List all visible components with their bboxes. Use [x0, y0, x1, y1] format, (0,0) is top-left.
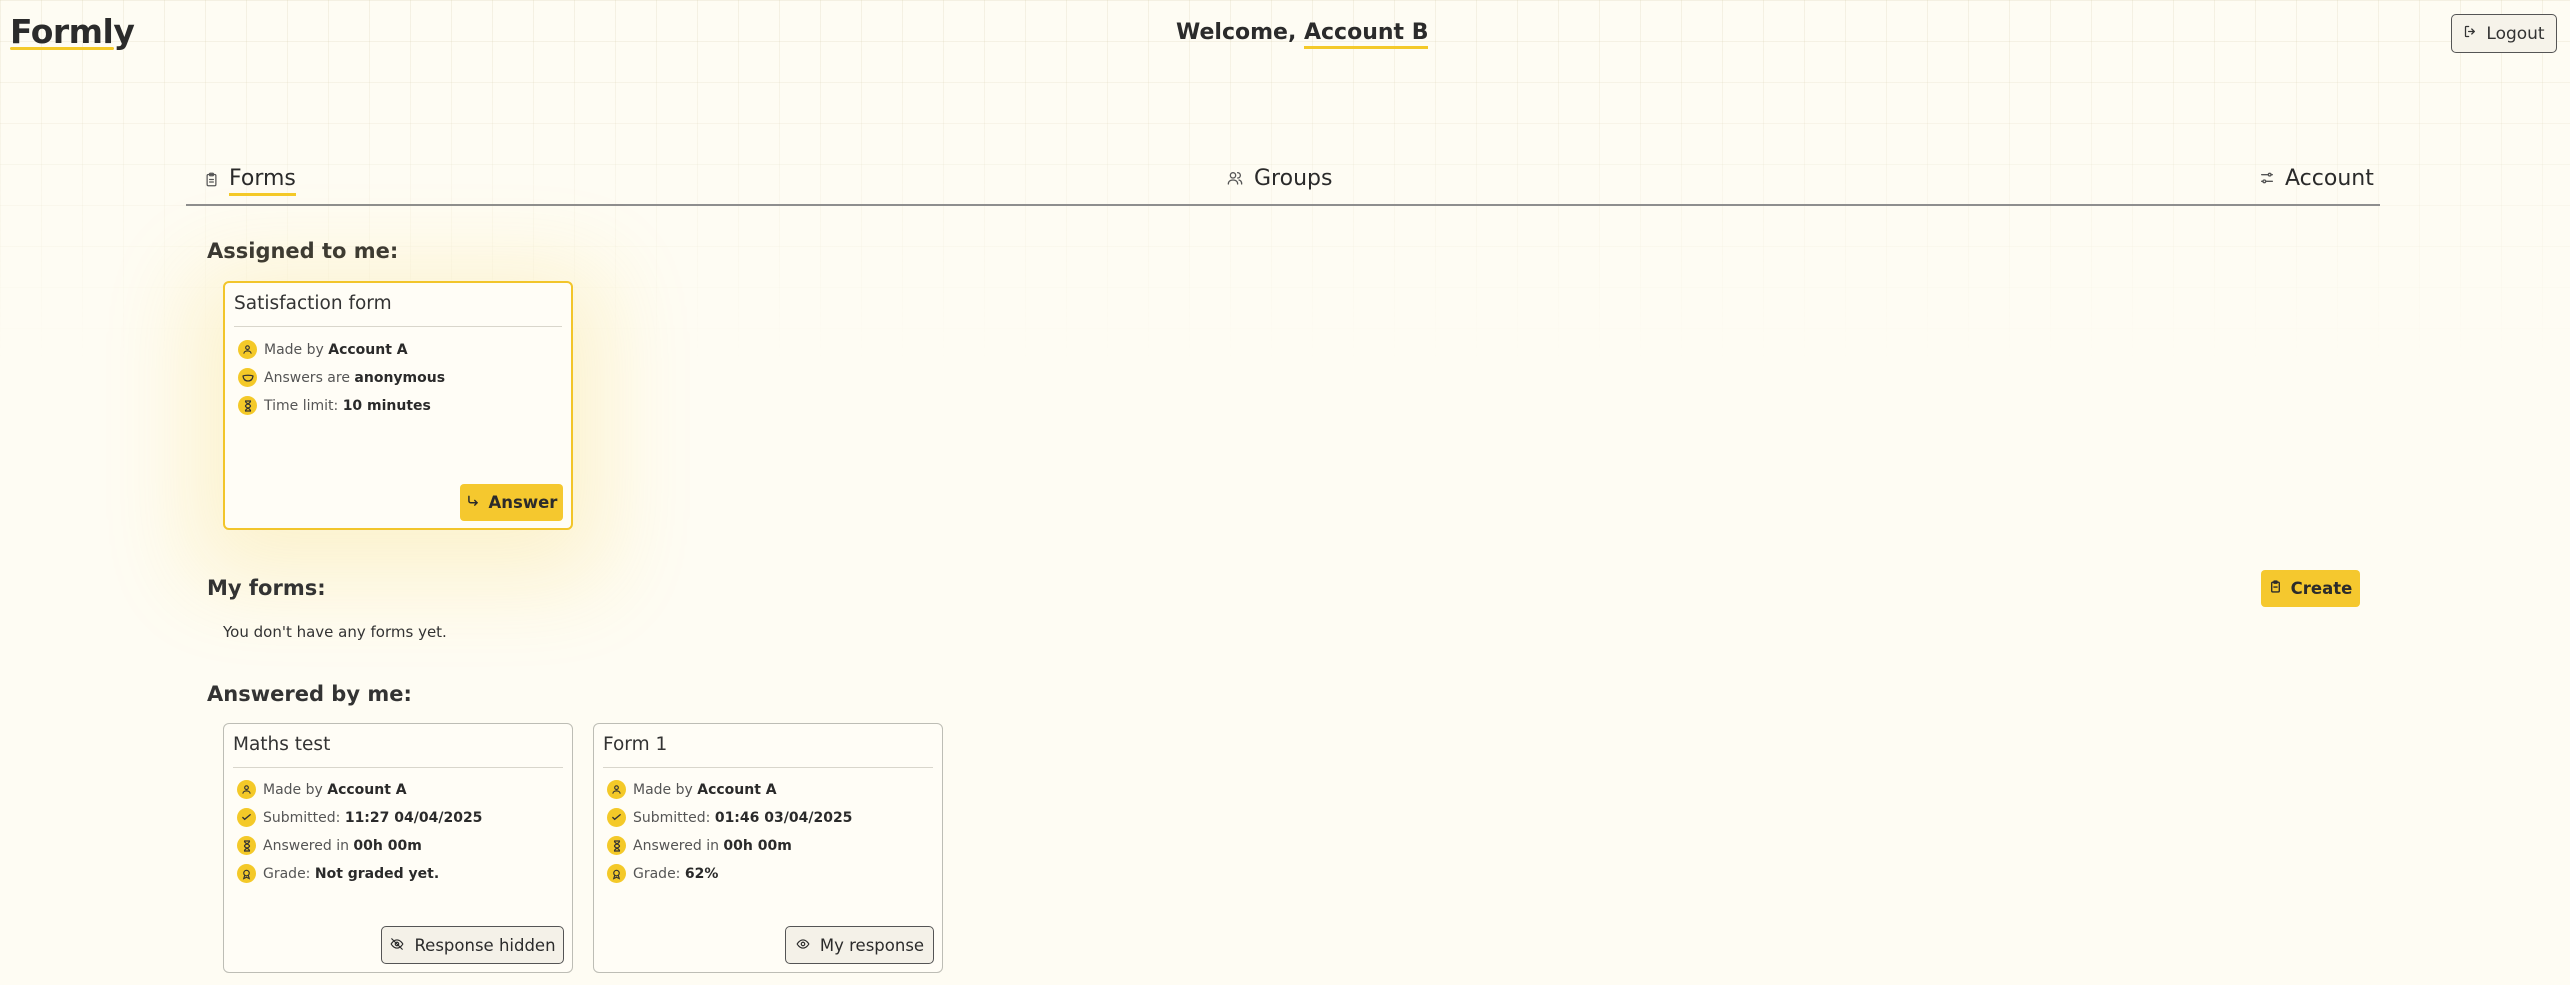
welcome-message: Welcome, Account B	[1176, 20, 1429, 49]
row-prefix: Time limit:	[264, 397, 343, 414]
medal-icon	[237, 864, 256, 883]
row-value: Not graded yet.	[314, 865, 440, 882]
row-value: 00h 00m	[353, 837, 422, 854]
card-title: Satisfaction form	[234, 293, 392, 314]
my-response-button[interactable]: My response	[785, 926, 934, 964]
row-prefix: Answers are	[264, 369, 355, 386]
row-value: 62%	[684, 865, 719, 882]
tab-groups-label: Groups	[1254, 166, 1333, 191]
row-prefix: Answered in	[263, 837, 354, 854]
app-logo[interactable]: Formly	[10, 12, 135, 51]
row-value: 10 minutes	[342, 397, 431, 414]
tab-account[interactable]: Account	[2259, 166, 2374, 193]
card-row-grade: Grade: Not graded yet.	[237, 864, 439, 883]
response-hidden-button[interactable]: Response hidden	[381, 926, 564, 964]
row-value: Account A	[327, 781, 407, 798]
hourglass-icon	[238, 396, 257, 415]
tab-account-label: Account	[2285, 166, 2374, 191]
my-forms-heading: My forms:	[207, 576, 326, 600]
settings-sliders-icon	[2259, 167, 2275, 192]
logo-underline	[10, 47, 114, 50]
card-row-author: Made by Account A	[607, 780, 777, 799]
row-prefix: Submitted:	[263, 809, 345, 826]
assigned-heading: Assigned to me:	[207, 239, 399, 263]
welcome-user-name: Account B	[1303, 20, 1429, 49]
row-value: 00h 00m	[723, 837, 792, 854]
response-hidden-label: Response hidden	[414, 935, 556, 955]
row-prefix: Answered in	[633, 837, 724, 854]
clipboard-icon	[2269, 579, 2282, 598]
card-title: Form 1	[603, 734, 668, 755]
card-title: Maths test	[233, 734, 331, 755]
row-prefix: Made by	[633, 781, 698, 798]
card-row-anonymity: Answers are anonymous	[238, 368, 445, 387]
row-value: 01:46 03/04/2025	[714, 809, 853, 826]
logout-button[interactable]: Logout	[2451, 14, 2557, 53]
empty-forms-message: You don't have any forms yet.	[223, 623, 447, 641]
card-row-submitted: Submitted: 11:27 04/04/2025	[237, 808, 482, 827]
mask-icon	[238, 368, 257, 387]
user-icon	[237, 780, 256, 799]
eye-off-icon	[389, 936, 405, 955]
card-divider	[234, 326, 562, 327]
answer-button-label: Answer	[488, 493, 558, 512]
row-value: 11:27 04/04/2025	[344, 809, 483, 826]
welcome-prefix: Welcome,	[1176, 20, 1304, 45]
row-prefix: Grade:	[633, 865, 685, 882]
answered-form-card[interactable]: Maths test Made by Account A Submitted: …	[223, 723, 573, 973]
row-prefix: Submitted:	[633, 809, 715, 826]
top-header: Formly Welcome, Account B Logout	[0, 0, 2570, 70]
tab-forms-label: Forms	[229, 166, 296, 196]
assigned-form-card[interactable]: Satisfaction form Made by Account A Answ…	[223, 281, 573, 530]
card-divider	[233, 767, 563, 768]
hourglass-icon	[237, 836, 256, 855]
check-circle-icon	[237, 808, 256, 827]
card-row-author: Made by Account A	[237, 780, 407, 799]
logout-icon	[2463, 24, 2478, 44]
main-tabs: Forms Groups Account	[186, 160, 2380, 206]
user-icon	[607, 780, 626, 799]
medal-icon	[607, 864, 626, 883]
answer-button[interactable]: Answer	[460, 484, 563, 521]
user-icon	[238, 340, 257, 359]
eye-icon	[795, 936, 811, 955]
card-divider	[603, 767, 933, 768]
my-response-label: My response	[819, 935, 925, 955]
card-row-submitted: Submitted: 01:46 03/04/2025	[607, 808, 852, 827]
corner-arrow-icon	[466, 493, 480, 512]
clipboard-icon	[204, 169, 219, 194]
users-icon	[1226, 167, 1244, 192]
check-circle-icon	[607, 808, 626, 827]
row-prefix: Made by	[264, 341, 329, 358]
card-row-time-limit: Time limit: 10 minutes	[238, 396, 431, 415]
card-row-grade: Grade: 62%	[607, 864, 718, 883]
row-value: Account A	[328, 341, 408, 358]
card-row-duration: Answered in 00h 00m	[607, 836, 792, 855]
card-row-author: Made by Account A	[238, 340, 408, 359]
row-value: anonymous	[354, 369, 446, 386]
hourglass-icon	[607, 836, 626, 855]
logout-label: Logout	[2486, 23, 2545, 44]
row-value: Account A	[697, 781, 777, 798]
tab-groups[interactable]: Groups	[1226, 166, 1332, 193]
row-prefix: Grade:	[263, 865, 315, 882]
create-button-label: Create	[2290, 579, 2353, 598]
card-row-duration: Answered in 00h 00m	[237, 836, 422, 855]
create-form-button[interactable]: Create	[2261, 570, 2360, 607]
answered-heading: Answered by me:	[207, 682, 412, 706]
tab-forms[interactable]: Forms	[204, 166, 296, 196]
row-prefix: Made by	[263, 781, 328, 798]
answered-form-card[interactable]: Form 1 Made by Account A Submitted: 01:4…	[593, 723, 943, 973]
